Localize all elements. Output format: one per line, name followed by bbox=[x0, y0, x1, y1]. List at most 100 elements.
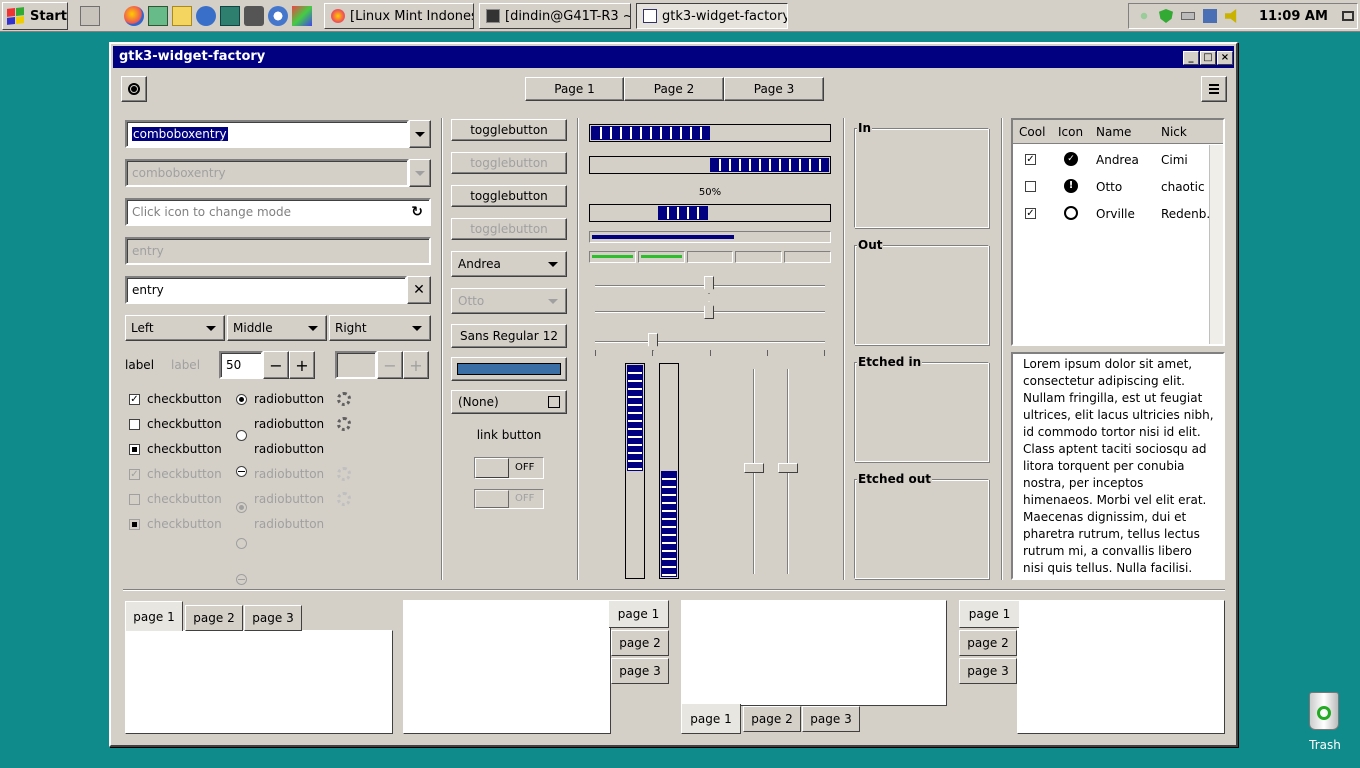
notebook-2-tab-3[interactable]: page 3 bbox=[611, 658, 669, 684]
text-view[interactable]: Lorem ipsum dolor sit amet, consectetur … bbox=[1011, 352, 1225, 580]
combo-middle[interactable]: Middle bbox=[227, 315, 327, 341]
togglebutton-3[interactable]: togglebutton bbox=[451, 185, 567, 207]
chevron-down-icon bbox=[415, 170, 425, 176]
notebook-1-tab-2[interactable]: page 2 bbox=[185, 605, 243, 631]
checkbox-checked[interactable]: ✓ bbox=[129, 394, 140, 405]
combo-text: comboboxentry bbox=[132, 127, 228, 141]
comboboxentry-1[interactable]: comboboxentry bbox=[125, 120, 409, 148]
togglebutton-4-disabled: togglebutton bbox=[451, 218, 567, 240]
drive-icon[interactable] bbox=[1181, 12, 1195, 20]
combo-dropdown-button[interactable] bbox=[409, 120, 431, 148]
link-button[interactable]: link button bbox=[451, 428, 567, 442]
table-row[interactable]: ✓ ✓ Andrea Cimi bbox=[1013, 148, 1211, 172]
close-button[interactable]: × bbox=[1217, 51, 1233, 65]
notebook-1-tab-3[interactable]: page 3 bbox=[244, 605, 302, 631]
column-header-name[interactable]: Name bbox=[1096, 125, 1131, 139]
file-chooser-button[interactable]: (None) bbox=[451, 390, 567, 414]
app-icon[interactable] bbox=[268, 6, 288, 26]
table-row[interactable]: ✓ Orville Redenb... bbox=[1013, 202, 1218, 226]
minus-icon: − bbox=[383, 355, 397, 375]
notebook-2-tab-1[interactable]: page 1 bbox=[609, 600, 669, 628]
spin-plus-button[interactable]: + bbox=[289, 351, 315, 379]
radio-unselected[interactable] bbox=[236, 430, 247, 441]
refresh-icon[interactable]: ↻ bbox=[411, 204, 423, 220]
package-icon[interactable] bbox=[148, 6, 168, 26]
volume-icon[interactable] bbox=[1225, 9, 1237, 23]
record-button[interactable] bbox=[121, 76, 147, 102]
menu-button[interactable] bbox=[1201, 76, 1227, 102]
maximize-button[interactable]: □ bbox=[1200, 51, 1216, 65]
notebook-4-tab-3[interactable]: page 3 bbox=[959, 658, 1017, 684]
window-icon bbox=[643, 9, 657, 23]
vscale-slider-1[interactable] bbox=[744, 463, 764, 473]
column-header-cool[interactable]: Cool bbox=[1019, 125, 1045, 139]
scale-slider-1[interactable] bbox=[704, 276, 714, 294]
column-header-nick[interactable]: Nick bbox=[1161, 125, 1187, 139]
spin-entry[interactable]: 50 bbox=[219, 351, 263, 379]
row-checkbox[interactable]: ✓ bbox=[1025, 208, 1036, 219]
notebook-3-tab-2[interactable]: page 2 bbox=[743, 706, 801, 732]
start-button[interactable]: Start bbox=[2, 2, 68, 30]
notebook-2-tab-2[interactable]: page 2 bbox=[611, 630, 669, 656]
trash-icon[interactable] bbox=[1303, 688, 1345, 732]
combo-text: comboboxentry bbox=[132, 166, 226, 180]
mode-entry[interactable]: Click icon to change mode ↻ bbox=[125, 198, 431, 226]
font-name: Sans Regular bbox=[460, 329, 539, 343]
task-terminal[interactable]: [dindin@G41T-R3 ~] bbox=[479, 3, 631, 29]
network-icon[interactable] bbox=[1137, 9, 1151, 23]
radio-selected[interactable] bbox=[236, 394, 247, 405]
font-button[interactable]: Sans Regular 12 bbox=[451, 324, 567, 348]
header-tab-page1[interactable]: Page 1 bbox=[525, 77, 624, 101]
vertical-progress-1 bbox=[625, 363, 645, 579]
column-header-icon[interactable]: Icon bbox=[1058, 125, 1083, 139]
switch-knob bbox=[475, 490, 509, 508]
cube-icon[interactable] bbox=[292, 6, 312, 26]
firefox-icon[interactable] bbox=[124, 6, 144, 26]
show-desktop-icon[interactable] bbox=[80, 6, 100, 26]
table-row[interactable]: ! Otto chaotic bbox=[1013, 175, 1211, 199]
header-tab-page3[interactable]: Page 3 bbox=[724, 77, 824, 101]
row-checkbox[interactable]: ✓ bbox=[1025, 154, 1036, 165]
minimize-button[interactable]: _ bbox=[1183, 51, 1199, 65]
clear-button[interactable]: ✕ bbox=[407, 276, 431, 304]
checkbox-checked-disabled: ✓ bbox=[129, 469, 140, 480]
scale-slider-3[interactable] bbox=[648, 333, 658, 351]
color-button[interactable] bbox=[451, 357, 567, 381]
display-icon[interactable] bbox=[1203, 9, 1217, 23]
notebook-3-tab-3[interactable]: page 3 bbox=[802, 706, 860, 732]
row-checkbox[interactable] bbox=[1025, 181, 1036, 192]
notebook-3-tab-1[interactable]: page 1 bbox=[681, 704, 741, 734]
camera-icon[interactable] bbox=[244, 6, 264, 26]
vscale-slider-2[interactable] bbox=[778, 463, 798, 473]
switch-on[interactable]: OFF bbox=[474, 457, 544, 479]
tree-view[interactable]: Cool Icon Name Nick ✓ ✓ Andrea Cimi ! Ot… bbox=[1011, 118, 1225, 346]
radiobutton-label: radiobutton bbox=[254, 517, 325, 531]
tree-scrollbar[interactable] bbox=[1209, 145, 1223, 344]
togglebutton-1[interactable]: togglebutton bbox=[451, 119, 567, 141]
spin-minus-button[interactable]: − bbox=[263, 351, 289, 379]
level-fill bbox=[592, 235, 734, 239]
notebook-4-tab-2[interactable]: page 2 bbox=[959, 630, 1017, 656]
checkbox-inconsistent[interactable] bbox=[129, 444, 140, 455]
entry-field[interactable]: entry bbox=[125, 276, 407, 304]
scale-slider-2[interactable] bbox=[704, 301, 714, 319]
notebook-4-tab-1[interactable]: page 1 bbox=[959, 600, 1019, 628]
title-bar[interactable]: gtk3-widget-factory bbox=[113, 46, 1234, 68]
desktop-switch-icon[interactable] bbox=[1341, 11, 1354, 21]
task-widget-factory[interactable]: gtk3-widget-factory bbox=[636, 3, 788, 29]
combo-right[interactable]: Right bbox=[329, 315, 431, 341]
combo-left[interactable]: Left bbox=[125, 315, 225, 341]
checkbox-unchecked[interactable] bbox=[129, 419, 140, 430]
radio-inconsistent[interactable] bbox=[236, 466, 247, 477]
window-title: gtk3-widget-factory bbox=[119, 49, 266, 64]
combo-andrea[interactable]: Andrea bbox=[451, 251, 567, 277]
notebook-1-tab-1[interactable]: page 1 bbox=[125, 601, 183, 631]
folder-icon[interactable] bbox=[172, 6, 192, 26]
shield-icon[interactable] bbox=[1159, 9, 1173, 23]
browser-icon[interactable] bbox=[196, 6, 216, 26]
tab-label: Page 3 bbox=[753, 82, 795, 96]
task-firefox[interactable]: [Linux Mint Indonesi... bbox=[324, 3, 474, 29]
chevron-down-icon bbox=[415, 131, 425, 137]
header-tab-page2[interactable]: Page 2 bbox=[624, 77, 724, 101]
terminal-icon[interactable] bbox=[220, 6, 240, 26]
